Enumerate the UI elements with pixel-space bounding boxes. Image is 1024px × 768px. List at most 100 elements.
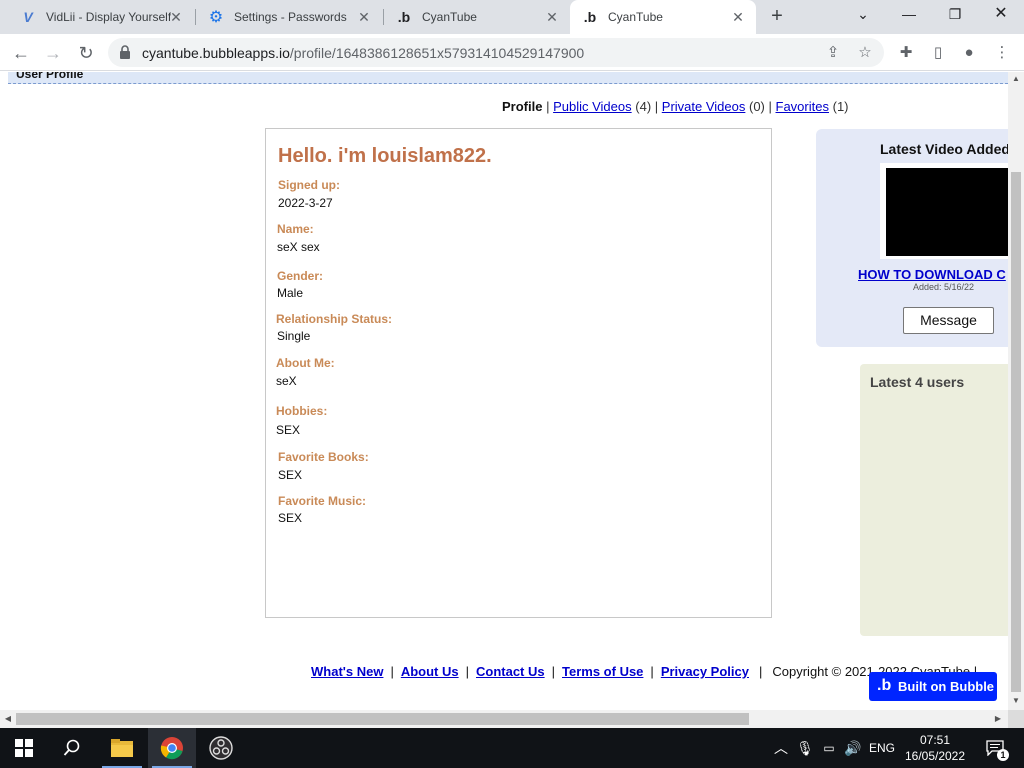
tab-title: Settings - Passwords — [234, 10, 347, 24]
bubble-logo-icon: .b — [877, 677, 892, 694]
share-icon[interactable]: ⇪ — [824, 44, 842, 62]
relationship-status-value: Single — [277, 329, 311, 343]
latest-users-panel: Latest 4 users — [860, 364, 1008, 636]
hobbies-value: SEX — [276, 423, 301, 437]
user-profile-header: User Profile — [8, 72, 1008, 84]
scrollbar-corner — [1008, 710, 1024, 728]
chrome-icon — [160, 737, 183, 760]
footer-separator: | — [650, 664, 654, 679]
latest-video-link[interactable]: HOW TO DOWNLOAD C — [858, 267, 1006, 282]
message-button[interactable]: Message — [903, 307, 994, 334]
footer-about-us-link[interactable]: About Us — [401, 664, 459, 679]
windows-taskbar: ︿ 🎙 ▭ 🔊 ENG 07:51 16/05/2022 1 — [0, 728, 1024, 768]
signed-up-value: 2022-3-27 — [278, 196, 333, 210]
bubble-icon: .b — [583, 9, 597, 25]
scroll-down-arrow-icon[interactable]: ▼ — [1008, 694, 1024, 708]
tab-search-icon[interactable]: ⌄ — [840, 0, 886, 30]
address-bar[interactable]: cyantube.bubbleapps.io/profile/164838612… — [108, 38, 884, 67]
tab-title: CyanTube — [422, 10, 477, 24]
clock-date: 16/05/2022 — [904, 749, 966, 763]
close-tab-icon[interactable]: ✕ — [168, 9, 184, 25]
extensions-puzzle-icon[interactable]: ✚ — [896, 43, 916, 63]
menu-kebab-icon[interactable]: ⋮ — [992, 43, 1012, 63]
horizontal-scrollbar[interactable]: ◀ ▶ — [0, 710, 1008, 728]
private-videos-count: (0) — [749, 99, 765, 114]
file-explorer-button[interactable] — [98, 728, 146, 768]
notification-count: 1 — [997, 749, 1009, 761]
close-window-button[interactable]: ✕ — [978, 0, 1024, 30]
browser-tab-1[interactable]: V VidLii - Display Yourself ✕ — [8, 0, 194, 34]
settings-gear-icon: ⚙ — [208, 9, 224, 26]
search-icon — [63, 739, 80, 756]
browser-toolbar: ← → ↻ cyantube.bubbleapps.io/profile/164… — [0, 34, 1024, 71]
scroll-left-arrow-icon[interactable]: ◀ — [0, 710, 16, 728]
url-text: cyantube.bubbleapps.io/profile/164838612… — [142, 45, 584, 61]
close-tab-icon[interactable]: ✕ — [544, 9, 560, 25]
subnav-public-videos-link[interactable]: Public Videos — [553, 99, 632, 114]
url-host: cyantube.bubbleapps.io — [142, 45, 290, 61]
lock-icon — [120, 45, 130, 59]
close-tab-icon[interactable]: ✕ — [730, 9, 746, 25]
volume-icon[interactable]: 🔊 — [843, 728, 863, 768]
obs-icon — [209, 736, 233, 760]
vertical-scroll-thumb[interactable] — [1011, 172, 1021, 692]
latest-video-thumbnail[interactable] — [886, 168, 1008, 256]
show-hidden-icons-chevron-icon[interactable]: ︿ — [772, 728, 790, 768]
hobbies-label: Hobbies: — [276, 404, 328, 418]
language-indicator[interactable]: ENG — [868, 728, 896, 768]
footer-separator: | — [465, 664, 469, 679]
profile-avatar-icon[interactable]: ● — [959, 43, 979, 63]
notification-center-icon[interactable]: 1 — [980, 728, 1010, 768]
new-tab-button[interactable]: + — [766, 6, 788, 28]
restore-button[interactable]: ❐ — [932, 0, 978, 30]
scroll-right-arrow-icon[interactable]: ▶ — [990, 710, 1006, 728]
browser-tab-3[interactable]: .b CyanTube ✕ — [384, 0, 570, 34]
microphone-icon[interactable]: 🎙 — [796, 728, 814, 768]
chrome-button[interactable] — [148, 728, 196, 768]
browser-tab-2[interactable]: ⚙ Settings - Passwords ✕ — [196, 0, 382, 34]
page-viewport: User Profile Profile | Public Videos (4)… — [0, 72, 1008, 710]
profile-subnav: Profile | Public Videos (4) | Private Vi… — [502, 99, 849, 114]
latest-video-thumbnail-frame — [880, 163, 1008, 259]
bookmark-star-icon[interactable]: ☆ — [856, 44, 874, 62]
favorite-books-value: SEX — [278, 468, 303, 482]
scroll-up-arrow-icon[interactable]: ▲ — [1008, 72, 1024, 86]
forward-icon[interactable]: → — [40, 40, 66, 66]
bubble-icon: .b — [397, 9, 411, 25]
minimize-button[interactable]: — — [886, 0, 932, 30]
footer-contact-us-link[interactable]: Contact Us — [476, 664, 545, 679]
favorite-music-value: SEX — [278, 511, 303, 525]
network-icon[interactable]: ▭ — [819, 728, 839, 768]
close-tab-icon[interactable]: ✕ — [356, 9, 372, 25]
subnav-favorites-link[interactable]: Favorites — [776, 99, 829, 114]
back-icon[interactable]: ← — [8, 40, 34, 66]
tab-title: VidLii - Display Yourself — [46, 10, 172, 24]
search-button[interactable] — [48, 728, 96, 768]
browser-tab-4-active[interactable]: .b CyanTube ✕ — [570, 0, 756, 34]
footer-whats-new-link[interactable]: What's New — [311, 664, 383, 679]
obs-button[interactable] — [197, 728, 245, 768]
latest-video-panel: Latest Video Added HOW TO DOWNLOAD C Add… — [816, 129, 1008, 347]
tab-strip: V VidLii - Display Yourself ✕ ⚙ Settings… — [0, 0, 1024, 34]
favorites-count: (1) — [832, 99, 849, 114]
side-panel-icon[interactable]: ▯ — [928, 43, 948, 63]
vertical-scrollbar[interactable]: ▲ ▼ — [1008, 72, 1024, 710]
folder-icon — [111, 739, 133, 757]
about-me-value: seX — [276, 374, 297, 388]
footer-separator: | — [390, 664, 394, 679]
subnav-profile: Profile — [502, 99, 543, 114]
profile-info-box: Hello. i'm louislam822. Signed up: 2022-… — [265, 128, 772, 618]
url-path: /profile/1648386128651x57931410452914790… — [289, 45, 585, 61]
footer-terms-link[interactable]: Terms of Use — [562, 664, 643, 679]
taskbar-clock[interactable]: 07:51 16/05/2022 — [900, 732, 970, 764]
subnav-private-videos-link[interactable]: Private Videos — [662, 99, 746, 114]
built-on-bubble-badge[interactable]: .b Built on Bubble — [869, 672, 997, 701]
footer-privacy-link[interactable]: Privacy Policy — [661, 664, 749, 679]
tab-title: CyanTube — [608, 10, 663, 24]
name-label: Name: — [277, 222, 314, 236]
start-button[interactable] — [0, 728, 48, 768]
reload-icon[interactable]: ↻ — [73, 40, 99, 66]
profile-greeting: Hello. i'm louislam822. — [278, 145, 492, 167]
horizontal-scroll-thumb[interactable] — [16, 713, 749, 725]
footer-separator: | — [551, 664, 556, 679]
